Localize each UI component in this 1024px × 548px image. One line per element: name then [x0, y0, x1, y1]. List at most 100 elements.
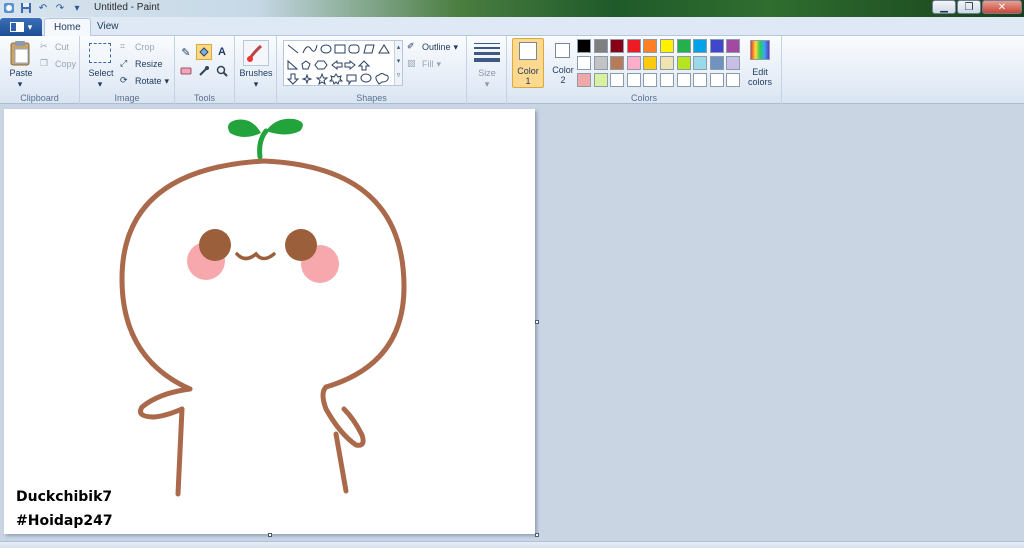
palette-swatch[interactable] [577, 56, 591, 70]
palette-swatch[interactable] [660, 73, 674, 87]
palette-swatch[interactable] [593, 73, 608, 87]
paste-dropdown-icon[interactable]: ▾ [14, 79, 26, 90]
paint-app-icon[interactable] [2, 1, 16, 15]
edit-colors-label-2[interactable]: colors [743, 77, 777, 87]
tab-home[interactable]: Home [44, 18, 91, 36]
edit-colors-icon[interactable] [750, 40, 770, 60]
fill-icon: ▨ [407, 58, 416, 68]
right-triangle-shape-icon [287, 59, 299, 70]
triangle-shape-icon [378, 44, 390, 54]
minimize-button[interactable]: ▁ [932, 0, 956, 14]
brushes-dropdown-icon[interactable]: ▾ [250, 79, 262, 90]
tab-view[interactable]: View [88, 18, 128, 36]
resize-handle-right[interactable] [535, 320, 539, 324]
sprout-drawing [228, 118, 303, 160]
head-outline [119, 158, 407, 392]
palette-swatch[interactable] [626, 56, 641, 70]
clipboard-group-label: Clipboard [20, 93, 59, 103]
palette-swatch[interactable] [676, 73, 691, 87]
palette-swatch[interactable] [709, 56, 724, 70]
palette-swatch[interactable] [593, 56, 608, 70]
palette-swatch[interactable] [693, 56, 708, 70]
palette-swatch[interactable] [676, 56, 691, 70]
paint-menu-button[interactable]: ▾ [0, 18, 42, 36]
palette-swatch[interactable] [643, 73, 658, 87]
canvas-workspace: Duckchibik7 #Hoidap247 [0, 105, 1024, 541]
pencil-icon[interactable]: ✎ [178, 44, 194, 60]
select-icon[interactable] [89, 43, 111, 63]
cut-button[interactable]: ✂ Cut [40, 41, 69, 53]
color1-button[interactable]: Color 1 [512, 38, 544, 88]
paste-icon[interactable] [8, 40, 34, 66]
copy-icon: ❐ [40, 58, 49, 68]
palette-swatch[interactable] [577, 39, 591, 53]
palette-swatch[interactable] [610, 39, 625, 53]
palette-swatch[interactable] [643, 56, 658, 70]
crop-button[interactable]: ⌗ Crop [120, 41, 155, 53]
close-button[interactable]: ✕ [982, 0, 1022, 14]
shapes-gallery-scroll[interactable]: ▴ ▾ ▿ [394, 41, 402, 85]
brushes-button[interactable]: Brushes [236, 68, 276, 78]
palette-swatch[interactable] [610, 73, 625, 87]
color2-button[interactable]: Color 2 [547, 38, 579, 88]
undo-icon[interactable]: ↶ [36, 1, 50, 15]
colors-group: Color 1 Color 2 Edit colors Colors [507, 36, 782, 104]
rotate-icon: ⟳ [120, 75, 128, 85]
customize-qat-icon[interactable]: ▾ [70, 1, 84, 15]
redo-icon[interactable]: ↷ [53, 1, 67, 15]
brush-icon[interactable] [243, 40, 269, 66]
palette-swatch[interactable] [593, 39, 608, 53]
palette-swatch[interactable] [726, 56, 741, 70]
fill-button[interactable]: ▨ Fill ▾ [407, 58, 441, 70]
color-picker-icon[interactable] [196, 63, 212, 79]
image-group: Select ▾ ⌗ Crop ⤢ Resize ⟳ Rotate ▾ Image [80, 36, 175, 104]
size-dropdown-icon[interactable]: ▾ [481, 79, 493, 90]
select-dropdown-icon[interactable]: ▾ [94, 79, 106, 90]
sprout-stem [257, 128, 269, 160]
palette-swatch[interactable] [709, 39, 724, 53]
palette-swatch[interactable] [726, 73, 741, 87]
palette-swatch[interactable] [626, 39, 641, 53]
size-button[interactable]: Size [467, 68, 507, 78]
rectangle-shape-icon [334, 44, 346, 54]
magnifier-icon[interactable] [214, 63, 230, 79]
eraser-icon[interactable] [178, 63, 194, 79]
right-arm [320, 384, 366, 448]
resize-button[interactable]: ⤢ Resize [120, 58, 163, 70]
rotate-button[interactable]: ⟳ Rotate ▾ [120, 75, 169, 87]
mouth [235, 251, 276, 261]
palette-swatch[interactable] [610, 56, 625, 70]
edit-colors-label[interactable]: Edit [743, 67, 777, 77]
palette-swatch[interactable] [693, 73, 708, 87]
palette-swatch[interactable] [577, 73, 591, 87]
shapes-gallery: ▴ ▾ ▿ [283, 40, 403, 86]
palette-swatch[interactable] [726, 39, 741, 53]
maximize-button[interactable]: ❐ [957, 0, 981, 14]
palette-swatch[interactable] [676, 39, 691, 53]
shapes-gallery-icons [286, 44, 390, 86]
resize-handle-corner[interactable] [535, 533, 539, 537]
left-eye [199, 229, 231, 261]
outline-button[interactable]: ✐ Outline ▾ [407, 41, 458, 53]
palette-swatch[interactable] [660, 56, 674, 70]
copy-button[interactable]: ❐ Copy [40, 58, 76, 70]
select-button[interactable]: Select [86, 68, 116, 78]
save-icon[interactable] [19, 1, 33, 15]
fill-bucket-icon[interactable] [196, 44, 212, 60]
quick-access-toolbar: ↶ ↷ ▾ [2, 1, 84, 15]
text-tool-icon[interactable]: A [214, 44, 230, 60]
size-group: Size ▾ [467, 36, 507, 104]
palette-swatch[interactable] [709, 73, 724, 87]
palette-swatch[interactable] [693, 39, 708, 53]
palette-swatch[interactable] [643, 39, 658, 53]
paste-button[interactable]: Paste [6, 68, 36, 78]
size-lines-icon[interactable] [474, 42, 500, 62]
drawing-canvas[interactable]: Duckchibik7 #Hoidap247 [4, 109, 535, 534]
fill-dropdown-icon: ▾ [436, 58, 442, 69]
window-title: Untitled - Paint [94, 2, 160, 13]
palette-swatch[interactable] [626, 73, 641, 87]
callout-oval-shape-icon [360, 73, 372, 83]
sprout-left-leaf [228, 119, 261, 137]
palette-swatch[interactable] [660, 39, 674, 53]
resize-handle-bottom[interactable] [268, 533, 272, 537]
